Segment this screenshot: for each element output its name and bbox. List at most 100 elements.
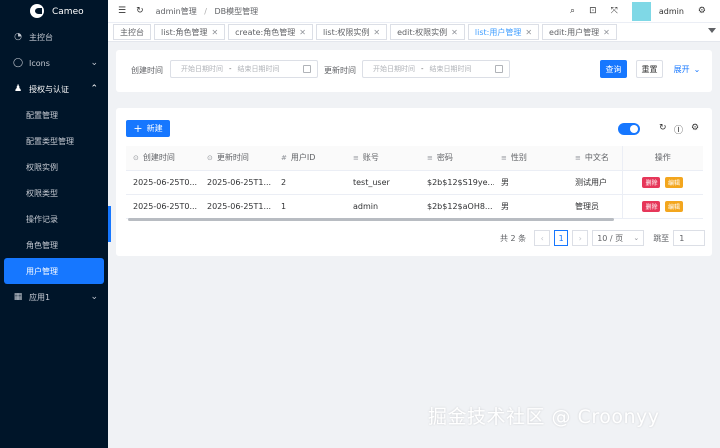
close-icon[interactable]: ✕ [451,28,458,37]
column-header-password[interactable]: ≡ 密码 [420,146,494,171]
cell-actions: 删除 编辑 [621,170,703,195]
tab-permission-edit[interactable]: edit:权限实例 ✕ [390,24,465,40]
cell-chinese-name: 测试用户 [568,170,622,195]
end-placeholder: 结束日期时间 [237,65,280,73]
tabs-dropdown-icon[interactable] [708,28,716,33]
tab-role-list[interactable]: list:角色管理 ✕ [154,24,226,40]
updated-time-range-picker[interactable]: 开始日期时间 - 结束日期时间 [362,60,510,78]
gear-icon[interactable]: ⚙ [691,123,699,133]
close-icon[interactable]: ✕ [525,28,532,37]
updated-time-label: 更新时间 [324,66,356,75]
table-toggle-switch[interactable] [618,123,640,135]
refresh-icon[interactable]: ↻ [659,123,667,133]
sidebar-subitem-role-management[interactable]: 角色管理 [0,232,108,258]
chevron-up-icon: ⌃ [90,84,98,94]
tab-user-list[interactable]: list:用户管理 ✕ [467,24,540,40]
cell-account: admin [346,194,420,219]
range-separator: - [421,65,424,73]
page-size-select[interactable]: 10 / 页 ⌄ [592,230,645,246]
column-header-label: 更新时间 [216,153,249,163]
pagination: 共 2 条 ‹ 1 › 10 / 页 ⌄ 跳至 1 [500,230,706,246]
delete-button[interactable]: 删除 [642,176,661,188]
column-header-account[interactable]: ≡ 账号 [346,146,420,171]
sidebar-subitem-config[interactable]: 配置管理 [0,102,108,128]
horizontal-scrollbar[interactable] [128,218,614,221]
start-placeholder: 开始日期时间 [373,65,415,73]
edit-button[interactable]: 编辑 [665,200,684,212]
column-header-created[interactable]: ⊙ 创建时间 [126,146,200,171]
cell-account: test_user [346,170,420,195]
search-icon[interactable]: ⌕ [570,6,575,16]
gear-icon[interactable]: ⚙ [698,6,706,16]
column-header-label: 创建时间 [142,153,175,163]
close-icon[interactable]: ✕ [603,28,610,37]
app-name: Cameo [52,7,84,17]
sidebar-item-icons[interactable]: ◯ Icons ⌄ [0,50,108,76]
query-button[interactable]: 查询 [600,60,627,78]
sidebar-item-auth[interactable]: ♟ 授权与认证 ⌃ [0,76,108,102]
created-time-range-picker[interactable]: 开始日期时间 - 结束日期时间 [170,60,318,78]
cell-user-id: 2 [274,170,346,195]
jump-label: 跳至 [653,233,670,243]
dashboard-icon: ◔ [14,32,22,42]
user-table: ⊙ 创建时间 ⊙ 更新时间 # 用户ID ≡ 账号 ≡ 密码 ≡ 性别 ≡ 中文名 操作 20… [126,146,703,219]
app-logo[interactable]: Cameo [0,0,108,24]
username[interactable]: admin [659,7,684,16]
sidebar-item-app1[interactable]: ▦ 应用1 ⌄ [0,284,108,310]
tab-label: list:权限实例 [322,27,370,37]
expand-button[interactable]: 展开 ⌄ [672,60,702,78]
sidebar-item-label: 授权与认证 [29,84,69,94]
circle-icon: ◯ [13,58,24,68]
sidebar-subitem-config-type[interactable]: 配置类型管理 [0,128,108,154]
column-header-updated[interactable]: ⊙ 更新时间 [200,146,274,171]
sidebar-subitem-label: 角色管理 [26,240,58,250]
close-icon[interactable]: ✕ [299,28,306,37]
sidebar-subitem-permission-instance[interactable]: 权限实例 [0,154,108,180]
sidebar-subitem-operation-log[interactable]: 操作记录 [0,206,108,232]
sidebar-subitem-permission-type[interactable]: 权限类型 [0,180,108,206]
fullscreen-icon[interactable]: ⤧ [611,6,618,16]
sidebar-subitem-user-management[interactable]: 用户管理 [4,258,104,284]
avatar[interactable] [631,1,651,21]
chevron-down-icon: ⌄ [90,58,98,68]
sidebar-item-dashboard[interactable]: ◔ 主控台 [0,24,108,50]
tab-label: edit:用户管理 [549,27,600,37]
end-placeholder: 结束日期时间 [429,65,472,73]
breadcrumb-separator: / [204,6,207,16]
lock-icon[interactable]: ⊡ [589,6,597,16]
table-row: 2025-06-25T0... 2025-06-25T1... 1 admin … [126,194,703,219]
add-user-button[interactable]: + 新建 [126,120,170,137]
range-separator: - [229,65,232,73]
column-header-label: 用户ID [290,153,316,163]
column-header-user-id[interactable]: # 用户ID [274,146,346,171]
refresh-icon[interactable]: ↻ [136,6,144,16]
column-header-gender[interactable]: ≡ 性别 [494,146,568,171]
chevron-right-icon: › [578,233,582,243]
table-row: 2025-06-25T0... 2025-06-25T1... 2 test_u… [126,170,703,195]
text-icon: ≡ [353,154,359,163]
menu-fold-icon[interactable]: ☰ [118,6,126,16]
delete-button[interactable]: 删除 [642,200,661,212]
reset-button[interactable]: 重置 [636,60,663,78]
column-header-actions: 操作 [621,146,703,171]
tab-dashboard[interactable]: 主控台 [113,24,151,40]
jump-page-input[interactable]: 1 [673,230,706,246]
chevron-down-icon: ⌄ [633,234,640,242]
close-icon[interactable]: ✕ [373,28,380,37]
next-page-button[interactable]: › [572,230,589,246]
edit-button[interactable]: 编辑 [665,176,684,188]
page-number-button[interactable]: 1 [554,230,569,246]
breadcrumb-item[interactable]: admin管理 [156,7,197,16]
sidebar: Cameo ◔ 主控台 ◯ Icons ⌄ ♟ 授权与认证 ⌃ 配置管理 配置类… [0,0,108,448]
column-header-label: 密码 [436,153,453,163]
scroll-indicator [108,206,111,242]
tab-permission-list[interactable]: list:权限实例 ✕ [315,24,388,40]
chevron-left-icon: ‹ [540,233,544,243]
breadcrumb: admin管理 / DB模型管理 [156,6,259,17]
close-icon[interactable]: ✕ [211,28,218,37]
column-header-chinese-name[interactable]: ≡ 中文名 [568,146,622,171]
tab-user-edit[interactable]: edit:用户管理 ✕ [542,24,617,40]
prev-page-button[interactable]: ‹ [534,230,551,246]
tab-role-create[interactable]: create:角色管理 ✕ [228,24,313,40]
density-icon[interactable]: Ⓘ [674,123,683,136]
